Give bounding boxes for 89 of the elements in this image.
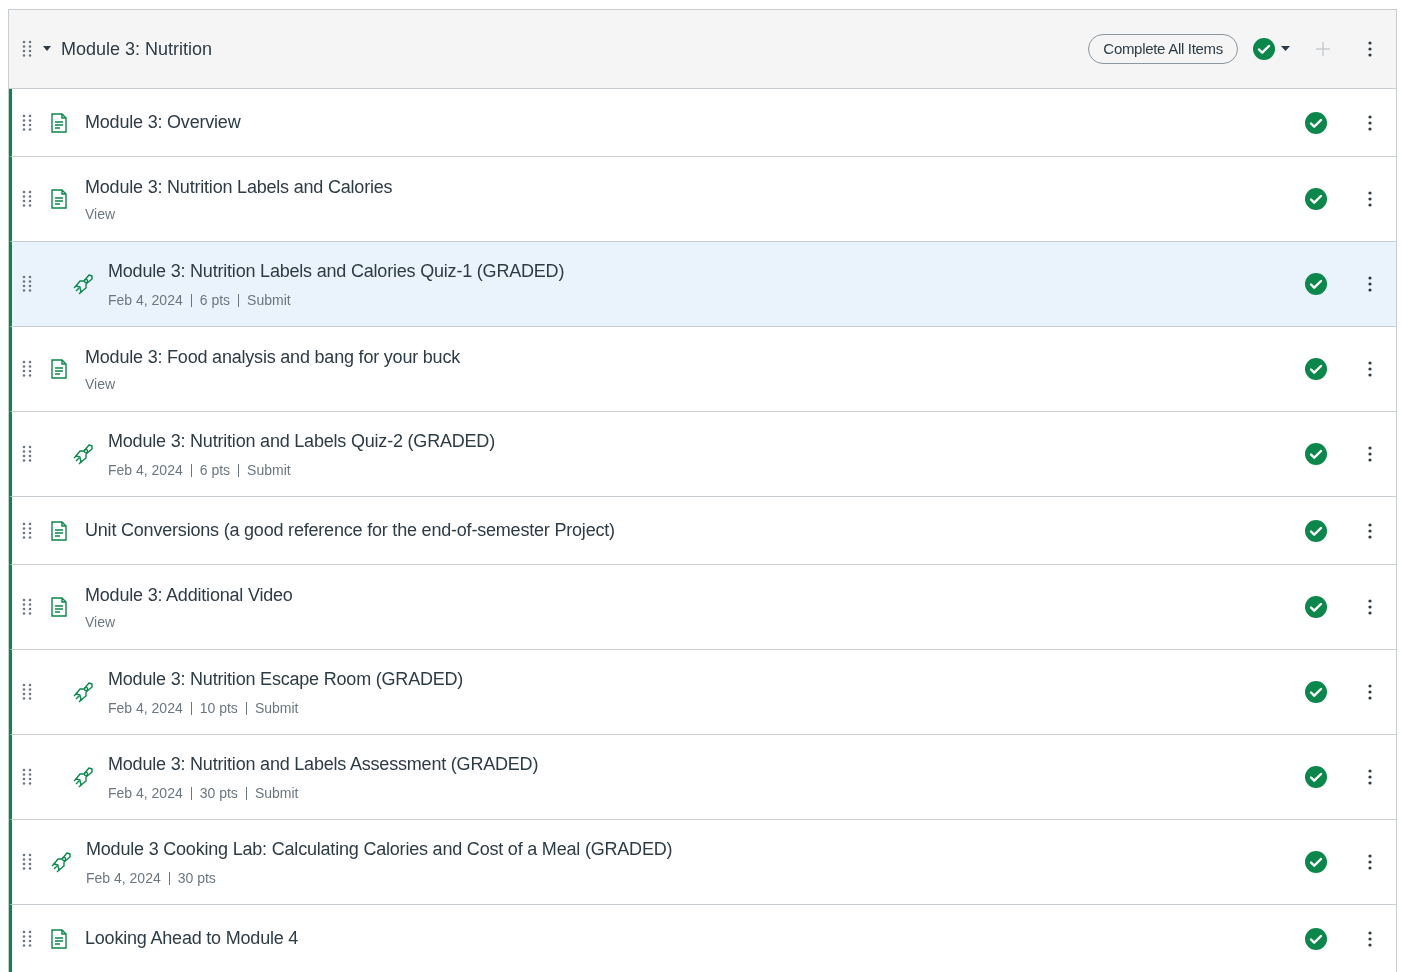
item-detail: 10 pts	[199, 698, 238, 718]
item-detail: Submit	[254, 698, 299, 718]
published-check-icon[interactable]	[1304, 110, 1328, 135]
item-title-link[interactable]: Looking Ahead to Module 4	[85, 925, 299, 952]
more-options-icon[interactable]	[1368, 769, 1372, 785]
item-detail: Feb 4, 2024	[108, 460, 183, 480]
drag-handle-icon[interactable]	[22, 853, 32, 871]
page-icon	[50, 597, 68, 617]
more-options-icon[interactable]	[1368, 854, 1372, 870]
page-icon	[50, 112, 68, 133]
drag-handle-icon[interactable]	[22, 598, 32, 616]
item-title-link[interactable]: Module 3: Nutrition Labels and Calories	[85, 173, 393, 201]
more-options-icon[interactable]	[1368, 684, 1372, 700]
more-options-icon[interactable]	[1368, 446, 1372, 462]
item-detail: Feb 4, 2024	[108, 290, 183, 310]
item-detail: Feb 4, 2024	[108, 783, 183, 803]
item-title-link[interactable]: Module 3 Cooking Lab: Calculating Calories and Cost of a Meal (GRADED)	[86, 835, 673, 863]
more-options-icon[interactable]	[1368, 41, 1372, 57]
drag-handle-icon[interactable]	[22, 190, 32, 208]
more-options-icon[interactable]	[1368, 361, 1372, 377]
item-title-link[interactable]: Module 3: Additional Video	[85, 581, 293, 609]
more-options-icon[interactable]	[1368, 522, 1372, 539]
module-item-row[interactable]: Module 3: Nutrition Labels and Calories View	[9, 157, 1396, 242]
drag-handle-icon[interactable]	[22, 521, 32, 540]
item-detail: 6 pts	[199, 460, 231, 480]
module-item-row[interactable]: Module 3: Nutrition and Labels Quiz-2 (GRADED) Feb 4, 2024 6 pts Submit	[9, 412, 1396, 497]
drag-handle-icon[interactable]	[22, 683, 32, 701]
rocket-icon	[72, 443, 94, 465]
item-detail: 30 pts	[199, 783, 238, 803]
page-icon	[50, 189, 68, 209]
item-title-link[interactable]: Module 3: Nutrition Escape Room (GRADED)	[108, 665, 464, 693]
more-options-icon[interactable]	[1368, 276, 1372, 292]
item-detail: Feb 4, 2024	[108, 698, 183, 718]
item-detail: 6 pts	[199, 290, 231, 310]
published-check-icon[interactable]	[1252, 37, 1276, 61]
drag-handle-icon[interactable]	[22, 113, 32, 132]
view-label: View	[85, 204, 117, 224]
published-check-icon[interactable]	[1304, 272, 1328, 296]
view-label: View	[85, 612, 117, 632]
item-title-link[interactable]: Module 3: Nutrition Labels and Calories Quiz-1 (GRADED)	[108, 257, 565, 285]
drag-handle-icon[interactable]	[22, 768, 32, 786]
module-item-row[interactable]: Module 3: Overview	[9, 89, 1396, 157]
page-icon	[50, 520, 68, 541]
module-item-row[interactable]: Unit Conversions (a good reference for the end-of-semester Project)	[9, 497, 1396, 565]
rocket-icon	[50, 851, 72, 873]
drag-handle-icon[interactable]	[22, 360, 32, 378]
drag-handle-icon[interactable]	[22, 445, 32, 463]
more-options-icon[interactable]	[1368, 599, 1372, 615]
collapse-caret-icon[interactable]	[43, 46, 51, 52]
module-item-row[interactable]: Module 3: Nutrition Labels and Calories Quiz-1 (GRADED) Feb 4, 2024 6 pts Submit	[9, 242, 1396, 327]
item-detail: 30 pts	[177, 868, 216, 888]
module-item-row[interactable]: Module 3: Food analysis and bang for your buck View	[9, 327, 1396, 412]
published-check-icon[interactable]	[1304, 442, 1328, 466]
published-check-icon[interactable]	[1304, 765, 1328, 789]
item-detail: Submit	[247, 290, 291, 310]
published-check-icon[interactable]	[1304, 850, 1328, 874]
module-item-row[interactable]: Module 3: Nutrition and Labels Assessment (GRADED) Feb 4, 2024 30 pts Submit	[9, 735, 1396, 820]
page-icon	[50, 359, 68, 379]
more-options-icon[interactable]	[1368, 114, 1372, 131]
published-check-icon[interactable]	[1304, 680, 1328, 704]
complete-all-button[interactable]: Complete All Items	[1088, 34, 1238, 64]
item-title-link[interactable]: Unit Conversions (a good reference for the end-of-semester Project)	[85, 517, 615, 544]
more-options-icon[interactable]	[1368, 191, 1372, 207]
rocket-icon	[72, 766, 94, 788]
page-icon	[50, 928, 68, 949]
published-check-icon[interactable]	[1304, 926, 1328, 951]
drag-handle-icon[interactable]	[22, 275, 32, 293]
item-detail: Submit	[254, 783, 299, 803]
item-title-link[interactable]: Module 3: Nutrition and Labels Assessment (GRADED)	[108, 750, 539, 778]
caret-icon[interactable]	[1281, 46, 1290, 52]
drag-handle-icon[interactable]	[22, 40, 32, 58]
module-item-row[interactable]: Module 3: Nutrition Escape Room (GRADED) Feb 4, 2024 10 pts Submit	[9, 650, 1396, 735]
item-detail: Feb 4, 2024	[86, 868, 161, 888]
view-label: View	[85, 374, 117, 394]
published-check-icon[interactable]	[1304, 357, 1328, 381]
item-title-link[interactable]: Module 3: Food analysis and bang for your buck	[85, 343, 461, 371]
rocket-icon	[72, 273, 94, 295]
module-item-row[interactable]: Module 3 Cooking Lab: Calculating Calories and Cost of a Meal (GRADED) Feb 4, 2024 30 pts	[9, 820, 1396, 905]
item-title-link[interactable]: Module 3: Nutrition and Labels Quiz-2 (GRADED)	[108, 427, 495, 455]
published-check-icon[interactable]	[1304, 595, 1328, 619]
more-options-icon[interactable]	[1368, 930, 1372, 947]
published-check-icon[interactable]	[1304, 187, 1328, 211]
drag-handle-icon[interactable]	[22, 929, 32, 948]
published-check-icon[interactable]	[1304, 518, 1328, 543]
item-title-link[interactable]: Module 3: Overview	[85, 109, 241, 136]
module-title: Module 3: Nutrition	[61, 37, 213, 61]
item-detail: Submit	[247, 460, 291, 480]
module-item-row[interactable]: Module 3: Additional Video View	[9, 565, 1396, 650]
rocket-icon	[72, 681, 94, 703]
